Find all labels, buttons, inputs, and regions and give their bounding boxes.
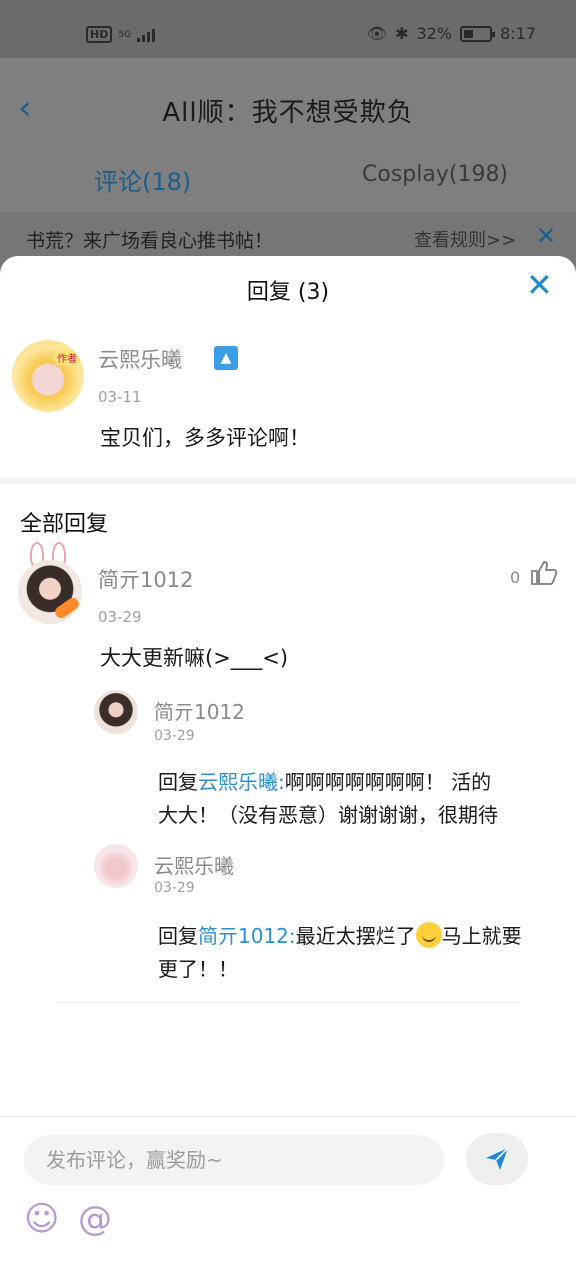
close-icon[interactable]: ✕: [536, 222, 556, 250]
reply-prefix: 回复: [158, 770, 198, 794]
notice-text: 书荒？来广场看良心推书帖！: [26, 230, 274, 252]
view-rules-link[interactable]: 查看规则>>: [414, 226, 516, 252]
comment-date: 03-11: [98, 388, 142, 406]
mention-link[interactable]: 简亓1012:: [198, 924, 296, 948]
sub-reply-text: 回复简亓1012:最近太摆烂了 马上就要 更了！！: [158, 920, 568, 986]
sub-reply-author[interactable]: 简亓1012: [154, 696, 245, 725]
sub-reply-line2: 更了！！: [158, 957, 238, 981]
at-icon[interactable]: @: [78, 1199, 112, 1239]
thumbs-up-icon[interactable]: [530, 560, 558, 586]
list-end-divider: [56, 1002, 520, 1003]
mention-link[interactable]: 云熙乐曦:: [198, 770, 285, 794]
section-title: 全部回复: [20, 512, 109, 537]
bluetooth-icon: ✱: [395, 24, 409, 43]
section-divider: [0, 478, 576, 484]
eye-icon: 👁: [366, 24, 388, 43]
comment-text: 宝贝们，多多评论啊！: [100, 426, 310, 450]
like-count: 0: [510, 568, 521, 587]
battery-icon: [460, 25, 496, 42]
reply-text: 大大更新嘛(>___<): [100, 646, 289, 670]
sub-reply-author[interactable]: 云熙乐曦: [154, 850, 234, 879]
background-page-header: ‹ All顺：我不想受欺负 评论(18) Cosplay(198) 书荒？来广场…: [0, 58, 576, 270]
sub-reply-date: 03-29: [154, 728, 195, 744]
hd-indicator: HD: [86, 26, 113, 43]
sheet-title: 回复 (3): [246, 280, 330, 305]
comment-author[interactable]: 云熙乐曦: [98, 344, 182, 374]
sub-reply-line1: 啊啊啊啊啊啊啊！ 活的: [284, 770, 492, 794]
sub-reply-line1: 最近太摆烂了: [295, 924, 416, 948]
close-icon[interactable]: ✕: [526, 266, 553, 304]
sub-reply-text: 回复云熙乐曦:啊啊啊啊啊啊啊！ 活的 大大！（没有恶意）谢谢谢谢，很期待: [158, 766, 568, 832]
network-type: 5G: [118, 29, 132, 40]
reply-author[interactable]: 简亓1012: [98, 564, 193, 594]
send-icon: [486, 1147, 509, 1170]
comment-input[interactable]: [24, 1135, 444, 1185]
signal-icon: [137, 28, 156, 42]
tab-bar: 评论(18) Cosplay(198): [0, 162, 576, 202]
sub-reply-line2: 大大！（没有恶意）谢谢谢谢，很期待: [158, 803, 498, 827]
sub-reply-line1-tail: 马上就要: [441, 924, 522, 948]
page-title: All顺：我不想受欺负: [162, 98, 414, 128]
battery-percent: 32%: [416, 24, 453, 43]
reply-prefix: 回复: [158, 924, 198, 948]
status-left: HD 5G: [86, 26, 156, 43]
avatar[interactable]: [94, 690, 138, 734]
avatar[interactable]: [18, 560, 82, 624]
tab-cosplay[interactable]: Cosplay(198): [362, 162, 508, 187]
reply-sheet: 回复 (3) ✕ 作者 云熙乐曦 ▲ 03-11 宝贝们，多多评论啊！ 全部回复…: [0, 256, 576, 1280]
status-right: 👁 ✱ 32% 8:17: [367, 24, 536, 43]
tab-comments[interactable]: 评论(18): [94, 162, 191, 197]
sleepy-face-emoji: [415, 922, 442, 948]
smiley-icon[interactable]: ☺: [24, 1199, 59, 1239]
pin-top-icon: ▲: [214, 346, 238, 370]
clock: 8:17: [500, 24, 536, 43]
sub-reply-date: 03-29: [154, 880, 195, 896]
reply-date: 03-29: [98, 608, 142, 626]
send-button[interactable]: [466, 1133, 528, 1185]
avatar[interactable]: [94, 844, 138, 888]
avatar[interactable]: 作者: [12, 340, 84, 412]
status-bar: HD 5G 👁 ✱ 32% 8:17: [0, 0, 576, 58]
comment-composer: ☺ @: [0, 1116, 576, 1280]
author-badge: 作者: [54, 350, 80, 365]
